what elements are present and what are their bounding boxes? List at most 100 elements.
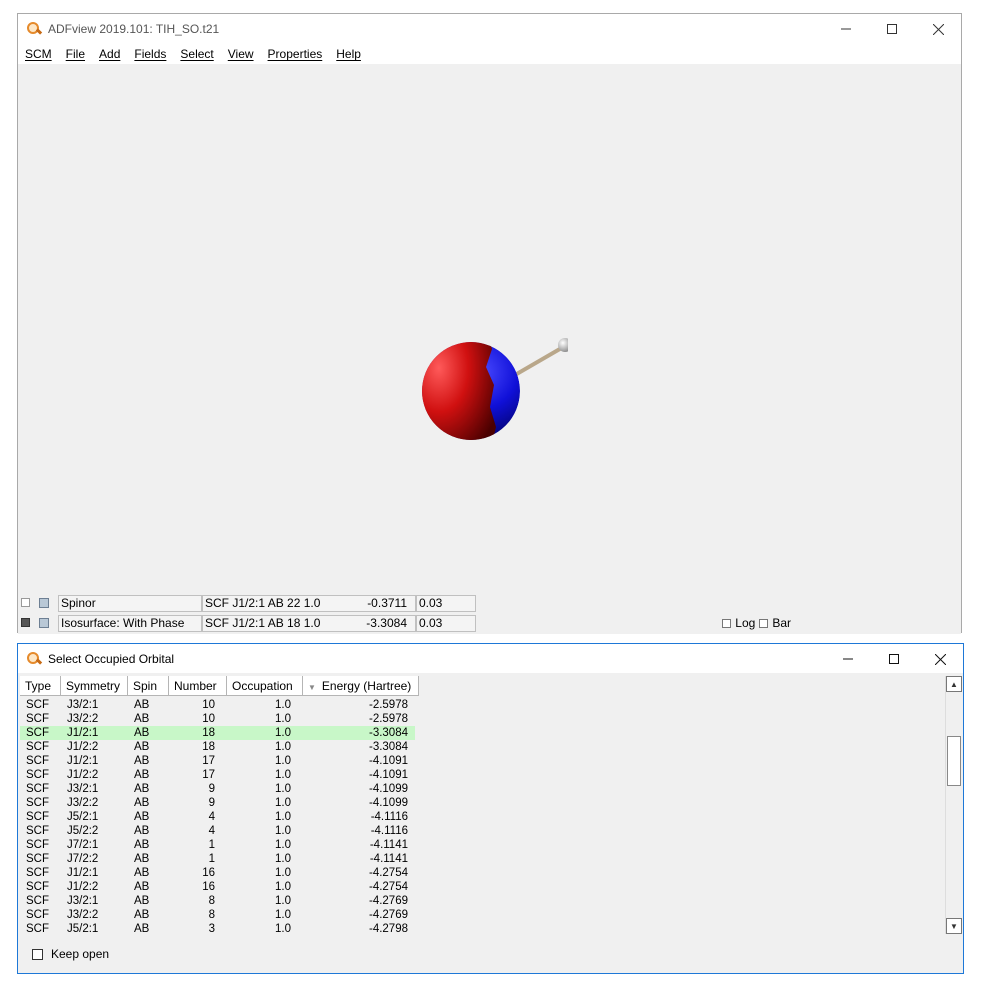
menu-help[interactable]: Help [336, 47, 361, 61]
molecule-render[interactable] [408, 329, 568, 459]
layer-color-swatch[interactable] [39, 618, 49, 628]
cell-spin: AB [134, 825, 150, 837]
cell-spin: AB [134, 769, 150, 781]
close-button[interactable] [917, 644, 963, 674]
close-button[interactable] [915, 14, 961, 44]
table-row[interactable]: SCF J1/2:2 AB 18 1.0 -3.3084 [20, 740, 415, 754]
bar-checkbox[interactable] [759, 618, 769, 628]
table-row[interactable]: SCF J1/2:2 AB 16 1.0 -4.2754 [20, 880, 415, 894]
orbital-titlebar[interactable]: Select Occupied Orbital [18, 644, 963, 673]
table-row[interactable]: SCF J1/2:1 AB 17 1.0 -4.1091 [20, 754, 415, 768]
cell-occupation: 1.0 [275, 699, 291, 711]
table-row[interactable]: SCF J3/2:2 AB 8 1.0 -4.2769 [20, 908, 415, 922]
cell-type: SCF [26, 853, 49, 865]
cell-number: 17 [202, 769, 215, 781]
vertical-scrollbar[interactable]: ▲ ▼ [945, 676, 962, 934]
cell-energy: -4.1141 [369, 853, 408, 865]
table-row[interactable]: SCF J5/2:1 AB 4 1.0 -4.1116 [20, 810, 415, 824]
layer-row-isosurface[interactable]: Isosurface: With Phase SCF J1/2:1 AB 18 … [18, 614, 961, 634]
cell-symmetry: J1/2:2 [67, 881, 99, 893]
menu-scm[interactable]: SCM [25, 47, 52, 61]
column-header-energy[interactable]: ▼ Energy (Hartree) [303, 676, 419, 696]
cell-type: SCF [26, 923, 49, 934]
scroll-up-icon[interactable]: ▲ [946, 676, 962, 692]
cell-energy: -4.1141 [369, 839, 408, 851]
table-row[interactable]: SCF J1/2:2 AB 17 1.0 -4.1091 [20, 768, 415, 782]
cell-energy: -4.1116 [370, 811, 408, 823]
table-row[interactable]: SCF J7/2:2 AB 1 1.0 -4.1141 [20, 852, 415, 866]
cell-type: SCF [26, 783, 49, 795]
cell-spin: AB [134, 713, 150, 725]
cell-number: 9 [208, 797, 215, 809]
cell-number: 8 [208, 909, 215, 921]
cell-symmetry: J3/2:1 [67, 699, 99, 711]
cell-occupation: 1.0 [275, 895, 291, 907]
menu-add[interactable]: Add [99, 47, 120, 61]
cell-occupation: 1.0 [275, 839, 291, 851]
cell-energy: -4.1099 [368, 797, 408, 809]
cell-spin: AB [134, 867, 150, 879]
menu-properties[interactable]: Properties [268, 47, 323, 61]
column-header-occupation[interactable]: Occupation [227, 676, 303, 696]
maximize-button[interactable] [871, 644, 917, 674]
cell-type: SCF [26, 811, 49, 823]
table-row[interactable]: SCF J3/2:2 AB 10 1.0 -2.5978 [20, 712, 415, 726]
cell-energy: -3.3084 [368, 741, 408, 753]
menu-view[interactable]: View [228, 47, 254, 61]
cell-number: 3 [208, 923, 215, 934]
minimize-icon [841, 28, 851, 30]
column-header-spin[interactable]: Spin [128, 676, 169, 696]
scroll-down-icon[interactable]: ▼ [946, 918, 962, 934]
table-row[interactable]: SCF J3/2:1 AB 10 1.0 -2.5978 [20, 698, 415, 712]
log-bar-controls: Log Bar [722, 616, 791, 630]
3d-viewport[interactable] [18, 64, 961, 594]
cell-energy: -2.5978 [368, 699, 408, 711]
minimize-button[interactable] [823, 14, 869, 44]
cell-spin: AB [134, 923, 150, 934]
cell-type: SCF [26, 895, 49, 907]
table-row[interactable]: SCF J3/2:1 AB 8 1.0 -4.2769 [20, 894, 415, 908]
maximize-button[interactable] [869, 14, 915, 44]
cell-spin: AB [134, 783, 150, 795]
table-row[interactable]: SCF J1/2:1 AB 16 1.0 -4.2754 [20, 866, 415, 880]
table-row[interactable]: SCF J1/2:1 AB 18 1.0 -3.3084 [20, 726, 415, 740]
keep-open-checkbox[interactable] [32, 948, 43, 960]
layer-description[interactable]: SCF J1/2:1 AB 22 1.0 -0.3711 [202, 595, 416, 612]
table-row[interactable]: SCF J3/2:2 AB 9 1.0 -4.1099 [20, 796, 415, 810]
cell-energy: -4.2754 [368, 881, 408, 893]
layer-row-spinor[interactable]: Spinor SCF J1/2:1 AB 22 1.0 -0.3711 0.03 [18, 594, 961, 614]
layer-name[interactable]: Spinor [58, 595, 202, 612]
column-header-number[interactable]: Number [169, 676, 227, 696]
table-row[interactable]: SCF J3/2:1 AB 9 1.0 -4.1099 [20, 782, 415, 796]
layer-description[interactable]: SCF J1/2:1 AB 18 1.0 -3.3084 [202, 615, 416, 632]
table-row[interactable]: SCF J5/2:2 AB 4 1.0 -4.1116 [20, 824, 415, 838]
cell-occupation: 1.0 [275, 727, 291, 739]
table-body: SCF J3/2:1 AB 10 1.0 -2.5978 SCF J3/2:2 AB 10 1.0 -… [20, 698, 415, 934]
menu-fields[interactable]: Fields [134, 47, 166, 61]
cell-spin: AB [134, 797, 150, 809]
maximize-icon [887, 24, 897, 34]
column-header-type[interactable]: Type [20, 676, 61, 696]
layer-name[interactable]: Isosurface: With Phase [58, 615, 202, 632]
column-header-symmetry[interactable]: Symmetry [61, 676, 128, 696]
minimize-button[interactable] [825, 644, 871, 674]
layer-visibility-checkbox[interactable] [21, 618, 30, 627]
menu-file[interactable]: File [66, 47, 85, 61]
cell-number: 8 [208, 895, 215, 907]
layer-color-swatch[interactable] [39, 598, 49, 608]
cell-occupation: 1.0 [275, 825, 291, 837]
cell-occupation: 1.0 [275, 881, 291, 893]
table-row[interactable]: SCF J5/2:1 AB 3 1.0 -4.2798 [20, 922, 415, 934]
keep-open-label: Keep open [51, 947, 110, 961]
log-checkbox[interactable] [722, 618, 732, 628]
table-row[interactable]: SCF J7/2:1 AB 1 1.0 -4.1141 [20, 838, 415, 852]
main-titlebar[interactable]: ADFview 2019.101: TIH_SO.t21 [18, 14, 961, 44]
layer-value[interactable]: 0.03 [416, 615, 476, 632]
layer-visibility-checkbox[interactable] [21, 598, 30, 607]
cell-number: 10 [202, 713, 215, 725]
scroll-thumb[interactable] [947, 736, 961, 786]
cell-spin: AB [134, 741, 150, 753]
layer-value[interactable]: 0.03 [416, 595, 476, 612]
cell-spin: AB [134, 699, 150, 711]
menu-select[interactable]: Select [180, 47, 213, 61]
